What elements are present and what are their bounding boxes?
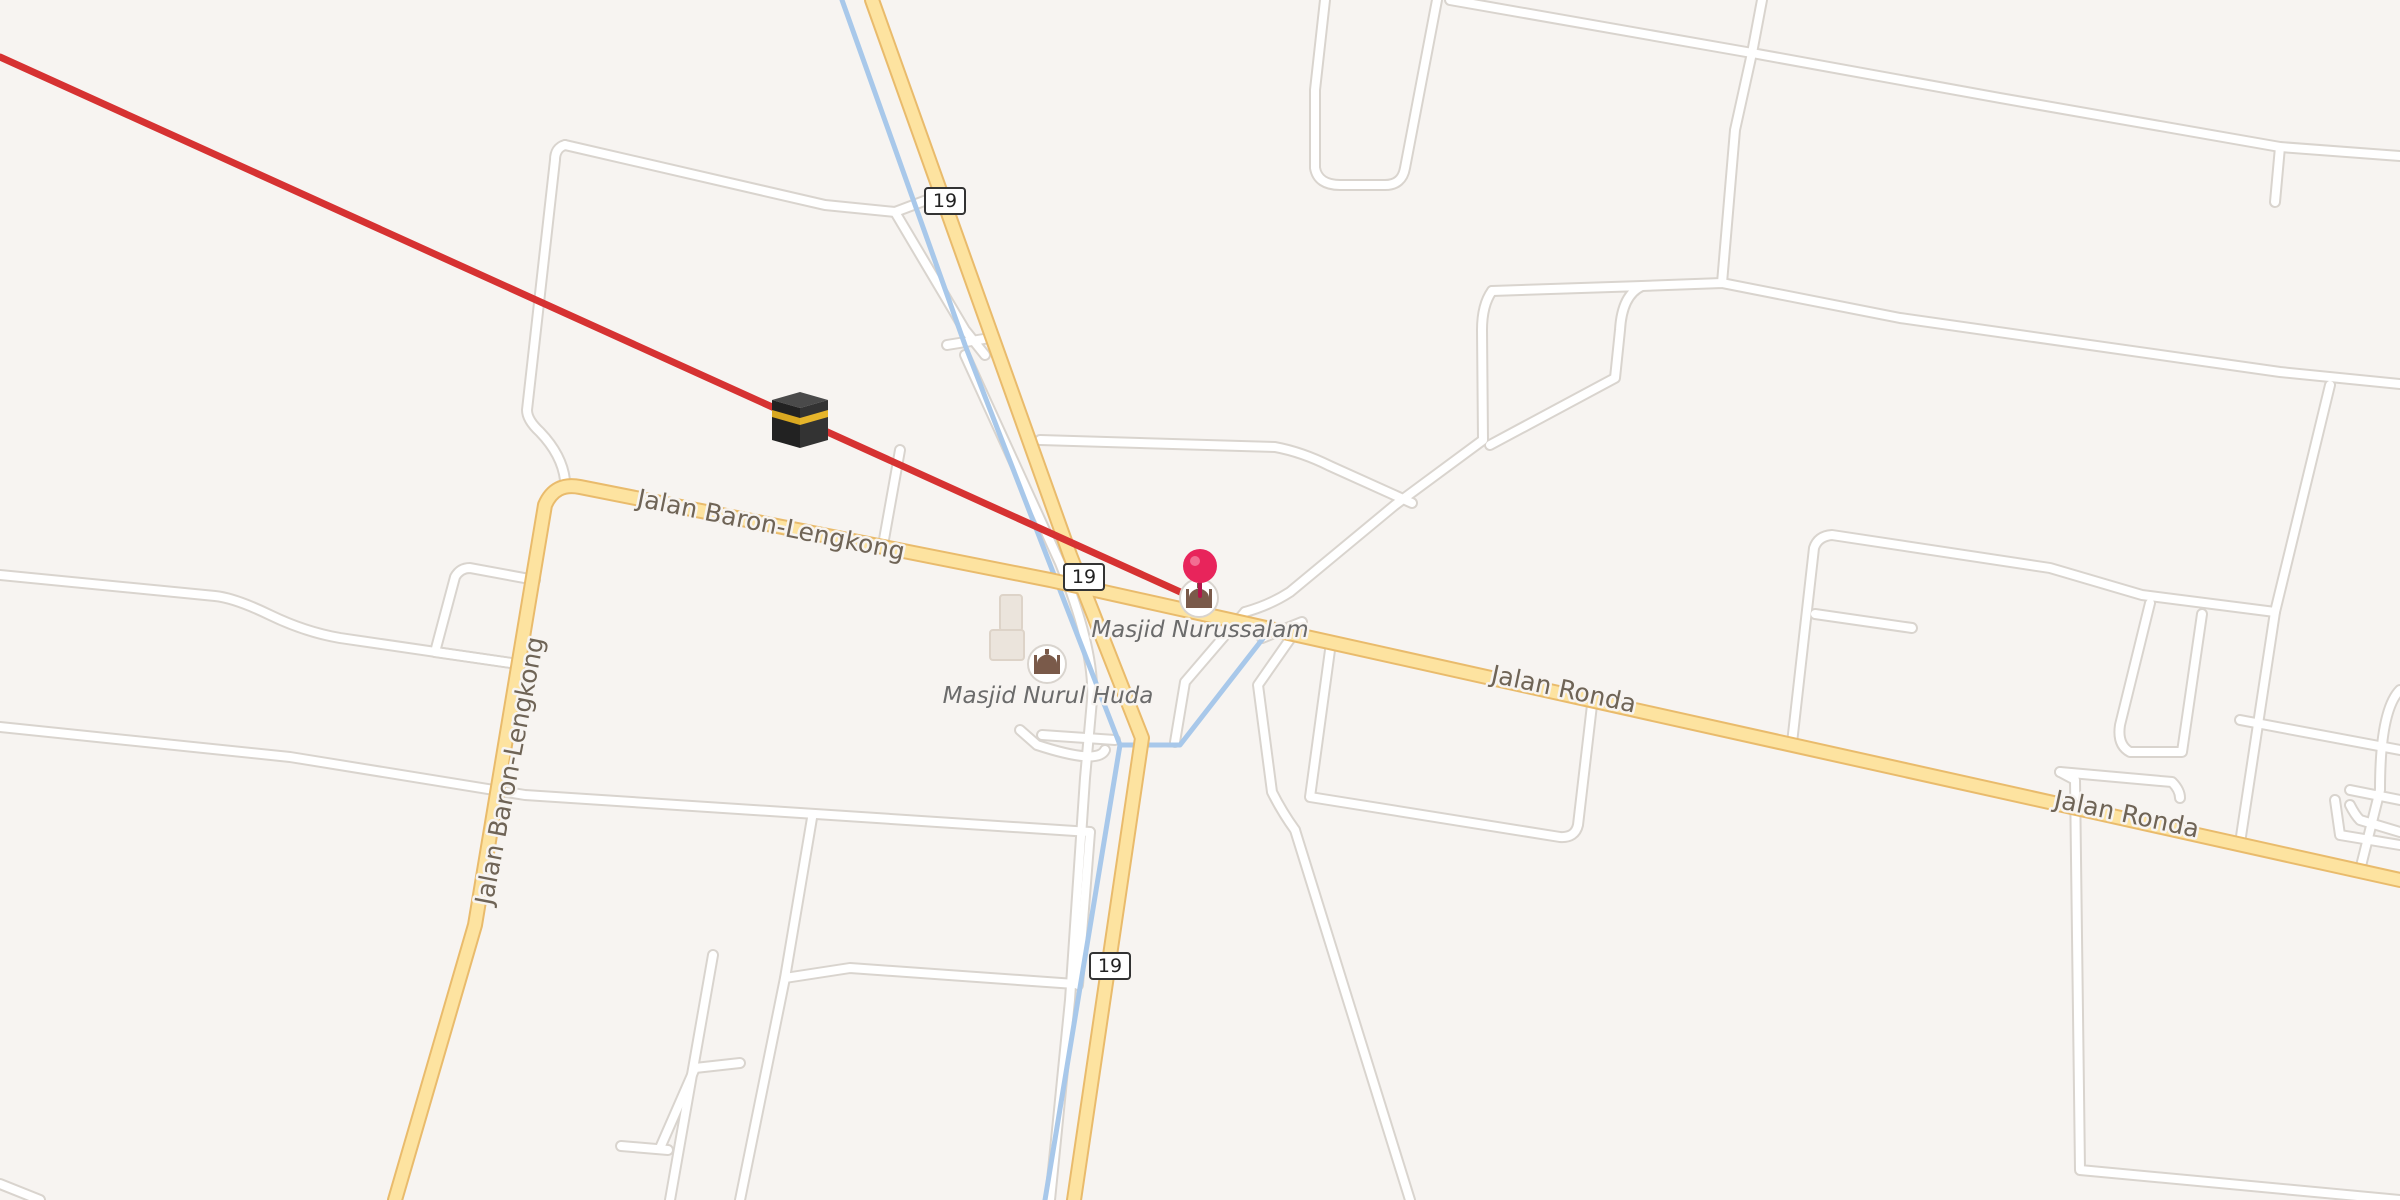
route-shield: 19: [1063, 563, 1105, 591]
route-shield: 19: [924, 187, 966, 215]
route-shield-label: 19: [1098, 955, 1122, 977]
poi-label: Masjid Nurul Huda: [943, 683, 1154, 709]
map-canvas[interactable]: Jalan Baron-Lengkong Jalan Baron-Lengkon…: [0, 0, 2400, 1200]
route-shield: 19: [1089, 952, 1131, 980]
building: [989, 629, 1025, 661]
route-shield-label: 19: [1072, 566, 1096, 588]
kaaba-icon: [772, 392, 828, 448]
poi-label: Masjid Nurussalam: [1091, 617, 1308, 643]
mosque-icon: [1027, 644, 1067, 684]
route-shield-label: 19: [933, 190, 957, 212]
building: [999, 594, 1023, 632]
